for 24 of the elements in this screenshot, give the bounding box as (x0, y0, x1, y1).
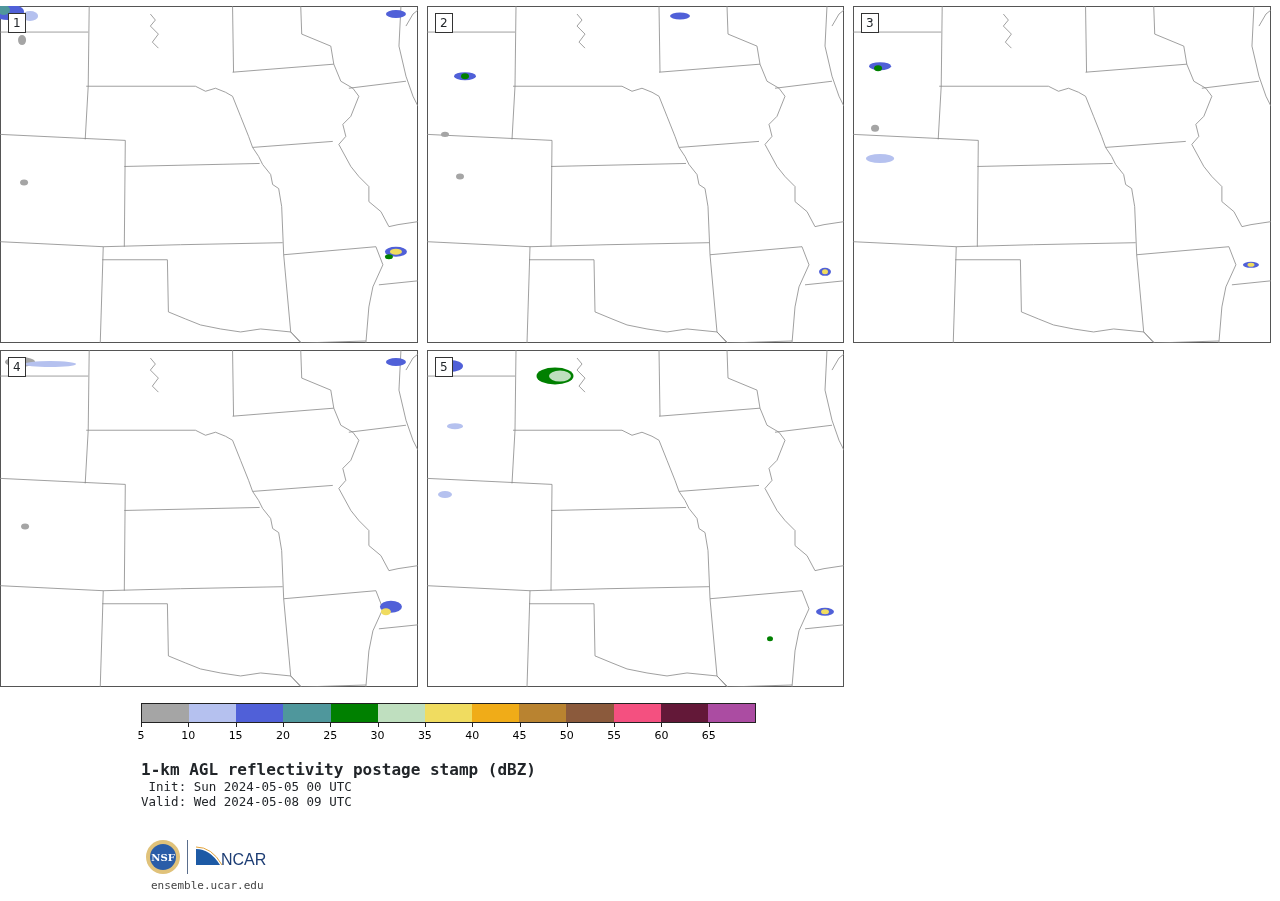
panel-number: 2 (435, 13, 453, 33)
tick-label: 5 (137, 728, 145, 744)
chart-title: 1-km AGL reflectivity postage stamp (dBZ) (141, 761, 536, 779)
tick-label: 15 (228, 728, 243, 744)
panel-number: 4 (8, 357, 26, 377)
tick-label: 30 (370, 728, 385, 744)
panel-number: 5 (435, 357, 453, 377)
tick-label: 10 (181, 728, 196, 744)
tick-label: 40 (465, 728, 480, 744)
tick-label: 45 (512, 728, 527, 744)
tick-label: 60 (654, 728, 669, 744)
panel-number: 1 (8, 13, 26, 33)
seal-logo: NSF (145, 838, 181, 875)
tick-label: 35 (417, 728, 432, 744)
tick-label: 65 (701, 728, 716, 744)
site-url: ensemble.ucar.edu (151, 878, 264, 892)
init-time: Init: Sun 2024-05-05 00 UTC (147, 778, 352, 794)
tick-label: 20 (275, 728, 290, 744)
tick-label: 55 (607, 728, 622, 744)
valid-time: Valid: Wed 2024-05-08 09 UTC (141, 793, 352, 809)
tick-label: 25 (323, 728, 338, 744)
panel-number: 3 (861, 13, 879, 33)
tick-label: 50 (559, 728, 574, 744)
ncar-logo: NCAR (194, 844, 268, 869)
